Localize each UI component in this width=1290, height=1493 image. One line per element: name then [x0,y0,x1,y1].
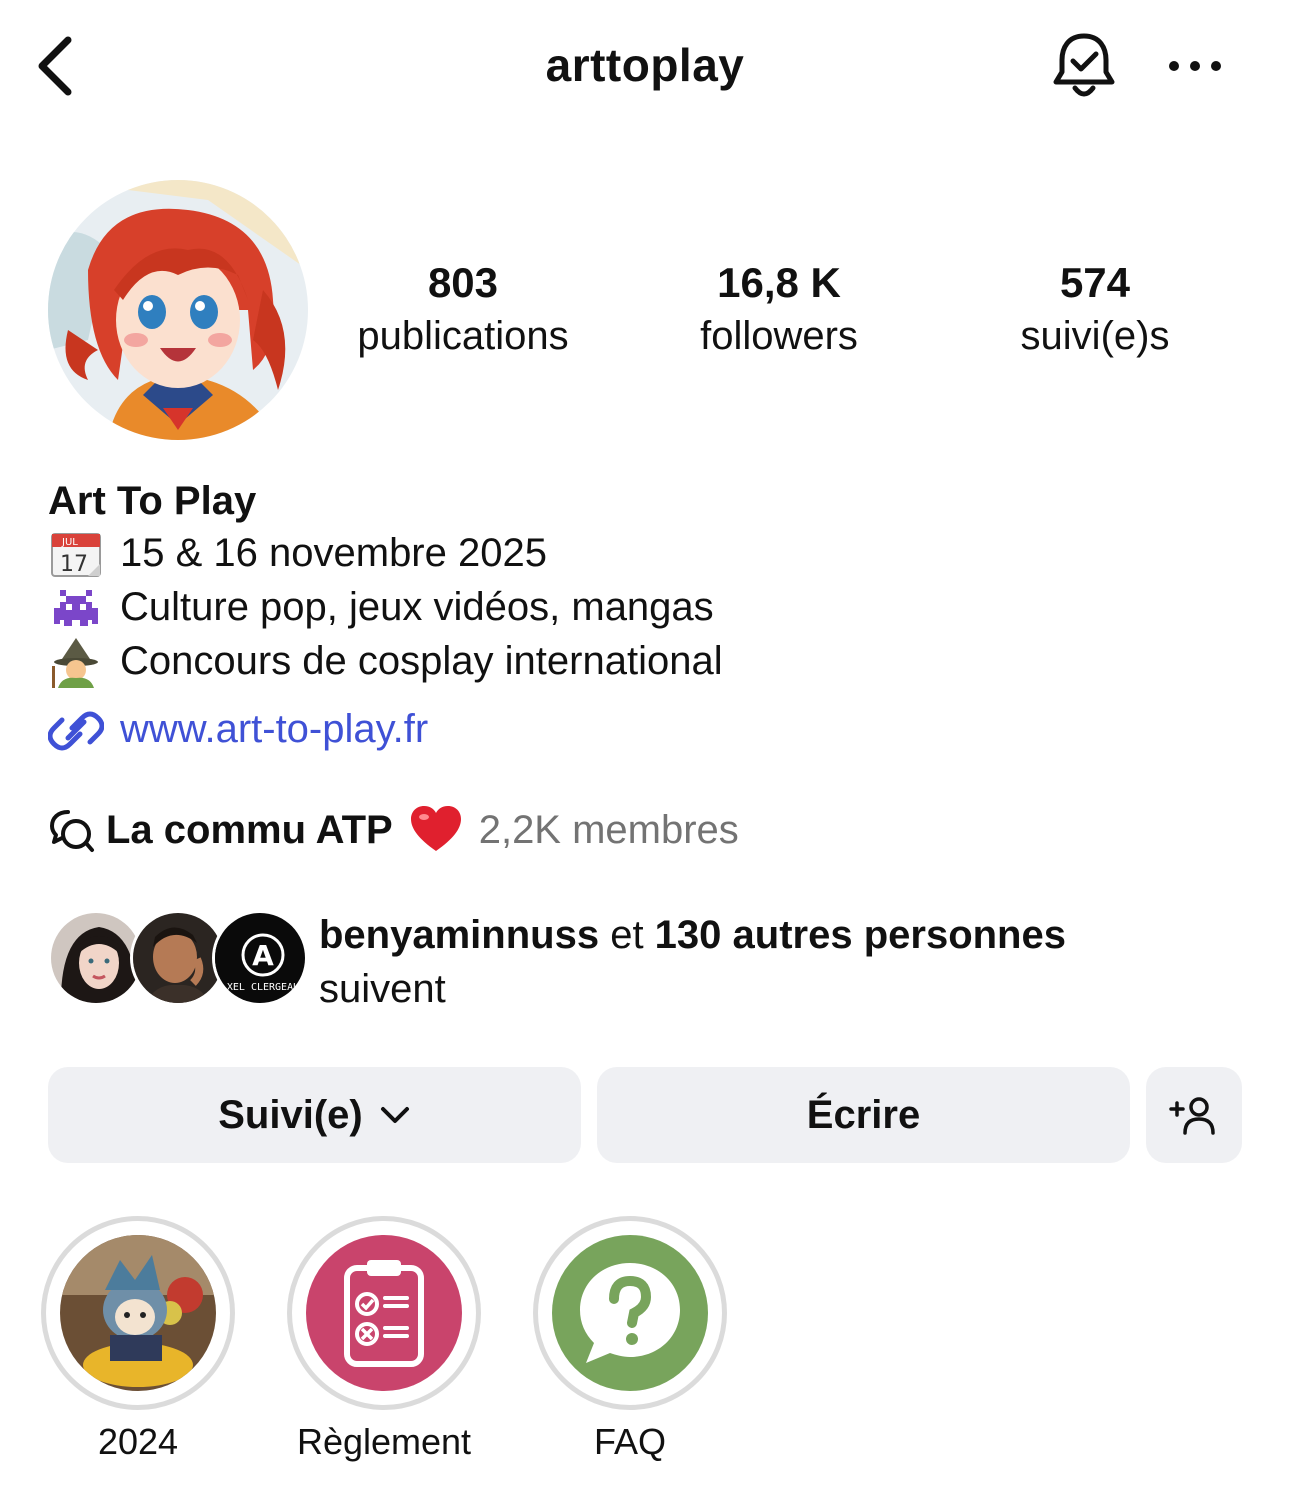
followed-by-connector: et [599,913,655,957]
stat-label: publications [357,314,569,358]
calendar-day-text: 17 [60,552,88,577]
add-person-icon [1169,1097,1215,1135]
anime-character-avatar-image [48,180,308,440]
bell-check-icon [1053,33,1115,97]
chat-bubbles-icon [50,810,94,852]
calendar-month-text: JUL [61,537,78,548]
more-horizontal-icon [1169,61,1221,71]
highlight-cover [552,1235,708,1391]
mage-emoji-icon [52,638,98,688]
followed-by-summary[interactable]: A XEL CLERGEAU benyaminnuss et 130 autre… [48,908,1248,1018]
highlight-cover [306,1235,462,1391]
logo-mark-text: A [252,939,274,972]
follower-logo-avatar-image: A XEL CLERGEAU [215,913,305,1003]
more-options-button[interactable] [1160,44,1230,88]
calendar-emoji-icon: JUL 17 [51,533,101,577]
link-icon [48,711,104,751]
message-button[interactable]: Écrire [597,1067,1130,1163]
bio-line-dates: JUL 17 15 & 16 novembre 2025 [48,526,1248,580]
profile-bio: Art To Play JUL 17 15 & 16 novembre 2025… [48,476,1248,756]
stat-value: 16,8 K [717,259,841,306]
followed-by-first-user: benyaminnuss [319,913,600,957]
bio-website-link[interactable]: www.art-to-play.fr [48,702,1248,756]
profile-display-name: Art To Play [48,479,257,523]
add-person-button[interactable] [1146,1067,1242,1163]
top-bar: arttoplay [0,0,1290,130]
stat-publications[interactable]: 803 publications [313,255,613,361]
community-channel[interactable]: La commu ATP 2,2K membres [48,800,739,860]
followed-by-others: 130 autres personnes [654,913,1066,957]
logo-caption-text: XEL CLERGEAU [227,982,299,993]
stat-followers[interactable]: 16,8 K followers [629,255,929,361]
following-button-label: Suivi(e) [218,1092,363,1137]
community-name: La commu ATP [106,807,393,852]
stat-following[interactable]: 574 suivi(e)s [945,255,1245,361]
bio-line-culture: Culture pop, jeux vidéos, mangas [48,580,1248,634]
followed-by-suffix: suivent [319,967,446,1011]
highlight-ring [41,1216,235,1410]
followed-by-text: benyaminnuss et 130 autres personnes sui… [319,908,1066,1016]
highlight-ring [533,1216,727,1410]
bio-line-cosplay: Concours de cosplay international [48,634,1248,688]
community-members-count: 2,2K membres [478,807,739,852]
bio-text: Culture pop, jeux vidéos, mangas [120,585,714,629]
highlight-label: Règlement [296,1421,472,1462]
clipboard-checklist-icon [344,1260,424,1367]
notifications-button[interactable] [1048,28,1120,104]
stat-value: 574 [1059,259,1131,306]
stat-label: suivi(e)s [1020,314,1170,358]
highlight-faq[interactable]: FAQ [533,1216,727,1464]
event-photo-image [60,1235,216,1391]
highlight-2024[interactable]: 2024 [41,1216,235,1464]
stat-label: followers [700,314,858,358]
highlight-reglement[interactable]: Règlement [287,1216,481,1464]
space-invader-emoji-icon [54,590,98,626]
red-heart-emoji-icon [410,806,461,851]
highlight-label: 2024 [97,1421,179,1462]
highlight-ring [287,1216,481,1410]
bio-link-text: www.art-to-play.fr [120,707,429,751]
highlight-cover [60,1235,216,1391]
bio-text: 15 & 16 novembre 2025 [120,531,547,575]
following-dropdown-button[interactable]: Suivi(e) [48,1067,581,1163]
profile-avatar[interactable] [48,180,308,440]
stat-value: 803 [427,259,499,306]
chevron-down-icon [380,1107,409,1123]
bio-text: Concours de cosplay international [120,639,723,683]
highlight-label: FAQ [593,1421,667,1462]
follower-avatar: A XEL CLERGEAU [212,910,308,1006]
question-bubble-icon [580,1263,680,1363]
message-button-label: Écrire [806,1092,921,1137]
